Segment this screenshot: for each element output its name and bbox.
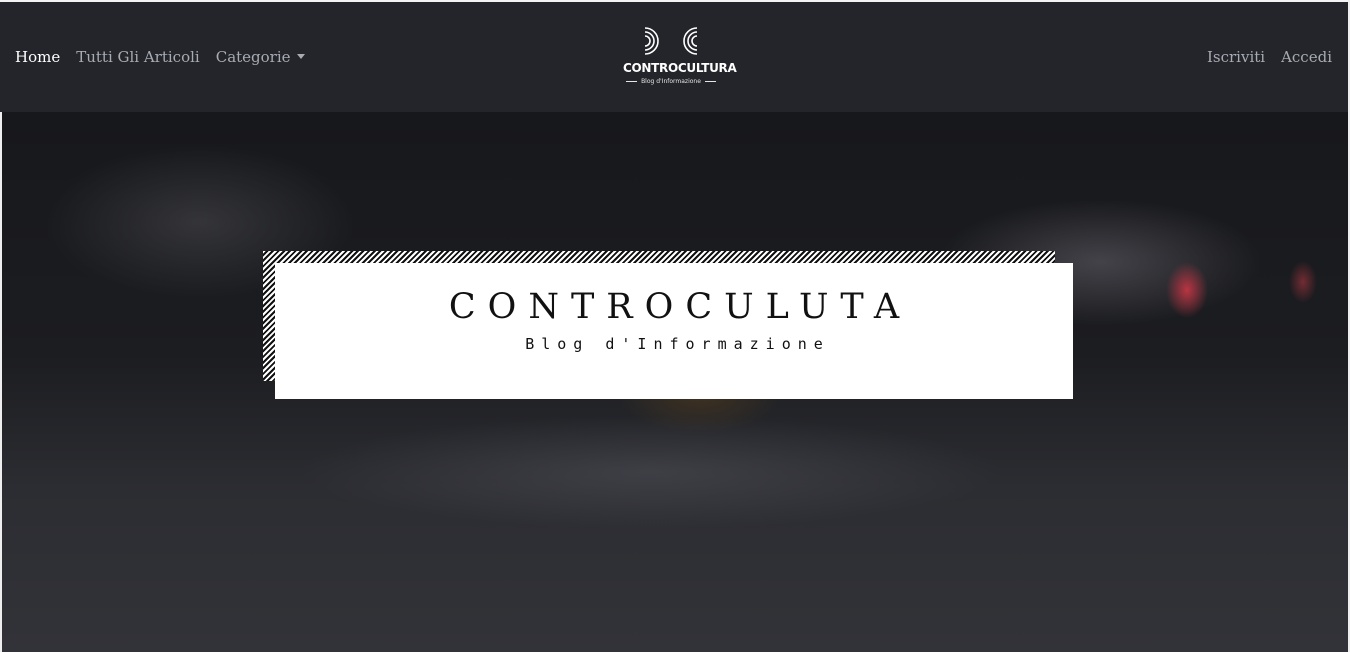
caret-down-icon (296, 54, 305, 59)
hero-subtitle: Blog d'Informazione (525, 335, 830, 353)
signup-link[interactable]: Iscriviti (1207, 48, 1265, 66)
nav-categories-dropdown[interactable]: Categorie (216, 48, 305, 66)
divider (704, 81, 716, 82)
brand-tagline-row: Blog d'Informazione (623, 78, 719, 85)
brand-name: CONTROCULTURA (623, 61, 737, 75)
nav-left-group: Home Tutti Gli Articoli Categorie (15, 48, 305, 66)
brand-tagline: Blog d'Informazione (641, 78, 701, 85)
controcultura-logo-icon (644, 27, 698, 55)
nav-all-articles-link[interactable]: Tutti Gli Articoli (76, 48, 200, 66)
divider (626, 81, 638, 82)
divider (0, 112, 2, 652)
hero-title-box: CONTROCULUTA Blog d'Informazione (275, 263, 1073, 399)
nav-categories-label: Categorie (215, 48, 291, 66)
nav-home-link[interactable]: Home (15, 48, 60, 66)
nav-right-group: Iscriviti Accedi (1207, 48, 1332, 66)
top-navbar: Home Tutti Gli Articoli Categorie CONTRO… (0, 0, 1350, 112)
login-link[interactable]: Accedi (1281, 48, 1332, 66)
hero-title: CONTROCULUTA (448, 287, 912, 327)
brand-logo[interactable]: CONTROCULTURA Blog d'Informazione (623, 24, 737, 85)
